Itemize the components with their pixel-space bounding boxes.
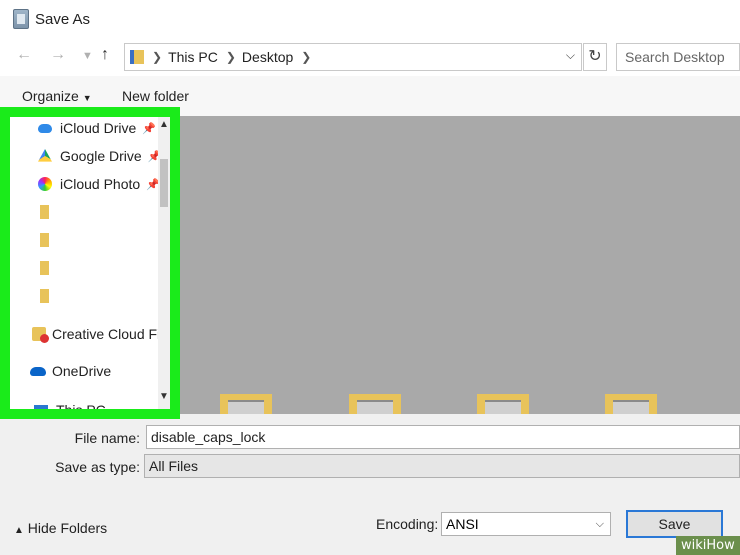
breadcrumb-desktop[interactable]: Desktop [242,49,293,65]
file-list-area[interactable] [175,116,740,414]
sidebar-item-label: Creative Cloud Fil [52,326,164,342]
sidebar-item-label: iCloud Drive [60,120,137,136]
scroll-down-arrow-icon[interactable]: ▼ [158,391,170,407]
scroll-up-arrow-icon[interactable]: ▲ [158,119,170,135]
search-input[interactable]: Search Desktop [616,43,740,71]
encoding-label: Encoding: [376,516,439,532]
recent-locations-icon[interactable]: ▼ [82,50,93,62]
icloud-photos-icon [38,177,52,191]
breadcrumb-this-pc[interactable]: This PC [168,49,218,65]
sidebar-scrollbar[interactable]: ▲ ▼ [158,117,170,409]
chevron-down-icon: ▼ [82,93,92,103]
file-name-label: File name: [74,430,140,446]
sidebar-item-label: iCloud Photo [60,176,141,192]
pc-folder-icon [130,50,144,64]
onedrive-icon [30,366,46,376]
save-form: File name: disable_caps_lock Save as typ… [0,419,740,555]
organize-label: Organize [22,88,79,104]
folder-thumbnail[interactable] [477,394,529,414]
notepad-icon [13,9,29,29]
icloud-icon [38,123,52,133]
chevron-right-icon[interactable]: ❯ [152,50,162,64]
hide-folders-button[interactable]: ▲ Hide Folders [14,520,107,536]
folder-thumbnail[interactable] [220,394,272,414]
up-arrow-icon[interactable]: ↑ [101,46,109,64]
save-type-select[interactable]: All Files [144,454,740,478]
folder-icon [40,233,49,247]
this-pc-icon [34,404,48,409]
wikihow-watermark: wikiHow [676,536,740,555]
encoding-value: ANSI [446,516,479,532]
scroll-thumb[interactable] [160,159,168,207]
save-button[interactable]: Save [626,510,723,538]
forward-arrow-icon[interactable]: → [50,46,66,64]
sidebar-item-label: Google Drive [60,148,142,164]
folder-icon [40,261,49,275]
folder-thumbnail[interactable] [605,394,657,414]
chevron-up-icon: ▲ [14,525,24,536]
folder-thumbnail[interactable] [349,394,401,414]
hide-folders-label: Hide Folders [27,520,108,536]
back-arrow-icon[interactable]: ← [16,46,32,64]
organize-button[interactable]: Organize ▼ [22,88,92,104]
chevron-right-icon[interactable]: ❯ [301,50,311,64]
google-drive-icon [38,149,52,162]
folder-icon [40,205,49,219]
chevron-down-icon: ⌵ [595,518,604,530]
folder-icon [40,289,49,303]
encoding-select[interactable]: ANSI ⌵ [441,512,611,536]
file-name-input[interactable]: disable_caps_lock [146,425,740,449]
chevron-down-icon[interactable]: ⌵ [566,48,575,63]
refresh-button[interactable]: ↻ [583,43,607,71]
chevron-right-icon[interactable]: ❯ [226,50,236,64]
title-bar: Save As [0,0,740,38]
save-type-label: Save as type: [55,459,140,475]
creative-cloud-icon [32,327,49,343]
window-title: Save As [35,10,91,28]
pin-icon[interactable]: 📌 [142,122,156,135]
sidebar-item-label: This PC [56,402,106,418]
navigation-pane[interactable]: iCloud Drive 📌 Google Drive 📌 iCloud Pho… [0,107,180,419]
new-folder-button[interactable]: New folder [122,88,189,104]
address-bar[interactable]: ❯ This PC ❯ Desktop ❯ ⌵ [124,43,582,71]
sidebar-item-label: OneDrive [52,363,112,379]
